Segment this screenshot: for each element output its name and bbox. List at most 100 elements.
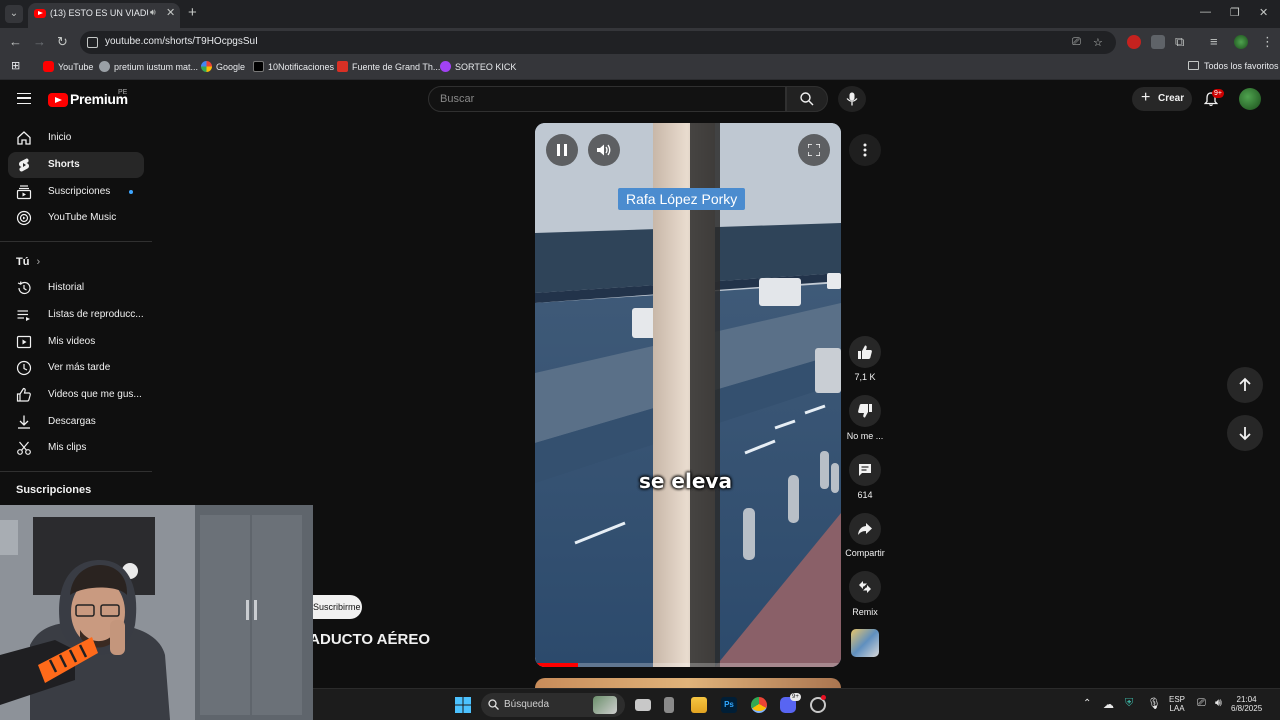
dislike-button[interactable] xyxy=(849,395,881,427)
sidebar-item-mis-videos[interactable]: Mis videos xyxy=(8,329,144,355)
url-text[interactable]: youtube.com/shorts/T9HOcpgsSuI xyxy=(105,36,258,47)
sidebar-item-inicio[interactable]: Inicio xyxy=(8,125,144,151)
share-button[interactable] xyxy=(849,513,881,545)
volume-tray-icon[interactable]: 🔊︎ xyxy=(1215,697,1222,710)
taskbar-search-label: Búsqueda xyxy=(504,699,550,710)
sidebar-item-descargas[interactable]: Descargas xyxy=(8,409,144,435)
sidebar-item-suscripciones[interactable]: Suscripciones xyxy=(8,179,144,205)
next-short-button[interactable] xyxy=(1227,415,1263,451)
forward-icon[interactable]: → xyxy=(33,34,46,50)
app-generic-icon[interactable] xyxy=(664,697,674,713)
sidebar-you-heading[interactable]: Tú › xyxy=(16,256,40,268)
search-button[interactable] xyxy=(786,86,828,112)
extensions-puzzle-icon[interactable]: ⧉ xyxy=(1175,34,1184,50)
windows-taskbar: Búsqueda Ps 9+ ⌃ ☁ ⛨ 🎙︎ ESP LAA ⎚ 🔊︎ 21:0… xyxy=(313,688,1280,720)
f-logo-icon xyxy=(337,61,348,72)
sidebar-item-listas[interactable]: Listas de reproducc... xyxy=(8,302,144,328)
photoshop-icon[interactable]: Ps xyxy=(721,697,737,713)
security-shield-icon[interactable]: ⛨ xyxy=(1125,697,1133,710)
audio-source-thumbnail[interactable] xyxy=(851,629,879,657)
site-info-icon[interactable] xyxy=(87,37,98,48)
reload-icon[interactable]: ↻ xyxy=(57,34,68,50)
show-hidden-icons[interactable]: ⌃ xyxy=(1083,698,1091,709)
bookmark-youtube[interactable]: YouTube xyxy=(43,61,93,72)
task-view-icon[interactable] xyxy=(635,699,651,711)
file-explorer-icon[interactable] xyxy=(691,697,707,713)
all-bookmarks[interactable]: Todos los favoritos xyxy=(1188,61,1279,71)
like-count: 7,1 K xyxy=(854,372,876,382)
clock-icon xyxy=(16,360,32,376)
subscribe-label: Suscribirme xyxy=(313,602,361,612)
bookmark-x[interactable]: 10Notificaciones xyxy=(253,61,334,72)
profile-avatar-icon[interactable] xyxy=(1234,35,1248,49)
sidebar-item-label: Ver más tarde xyxy=(48,362,111,373)
minimize-icon[interactable]: — xyxy=(1200,6,1211,18)
tab-close-icon[interactable]: ✕ xyxy=(166,6,175,19)
microphone-tray-icon[interactable]: 🎙︎ xyxy=(1147,697,1161,710)
bookmark-star-icon[interactable]: ☆ xyxy=(1093,36,1103,49)
more-vertical-icon xyxy=(863,143,867,157)
sidebar-item-videos-me-gustan[interactable]: Videos que me gus... xyxy=(8,382,144,408)
globe-icon xyxy=(99,61,110,72)
thumb-up-icon xyxy=(16,387,31,402)
onedrive-cloud-icon[interactable]: ☁ xyxy=(1103,698,1114,711)
windows-start-icon[interactable] xyxy=(455,697,471,713)
video-progress-bar[interactable] xyxy=(535,663,841,667)
account-avatar[interactable] xyxy=(1239,88,1261,110)
network-icon[interactable]: ⎚ xyxy=(1197,697,1206,710)
like-button[interactable] xyxy=(849,336,881,368)
clock-time: 21:04 xyxy=(1236,695,1257,704)
volume-button[interactable] xyxy=(588,134,620,166)
tab-audio-icon[interactable]: 🔊︎ xyxy=(150,7,156,18)
download-icon xyxy=(18,415,30,429)
comment-count: 614 xyxy=(857,490,873,500)
sidebar-item-label: Mis clips xyxy=(48,442,87,453)
create-button[interactable]: + Crear xyxy=(1132,87,1192,111)
sidebar-item-shorts[interactable]: Shorts xyxy=(8,152,144,178)
sidebar-item-historial[interactable]: Historial xyxy=(8,275,144,301)
address-bar[interactable]: youtube.com/shorts/T9HOcpgsSuI ⎚ ☆ xyxy=(80,31,1116,54)
install-app-icon[interactable]: ⎚ xyxy=(1072,36,1081,49)
bookmark-google[interactable]: Google xyxy=(201,61,245,72)
apps-grid-icon[interactable]: ⊞ xyxy=(11,59,20,72)
bookmarks-bar: ⊞ YouTube pretium iustum mat... Google 1… xyxy=(0,56,1280,80)
chrome-icon[interactable] xyxy=(751,697,767,713)
sidebar-item-ver-mas-tarde[interactable]: Ver más tarde xyxy=(8,355,144,381)
bookmark-pretium[interactable]: pretium iustum mat... xyxy=(99,61,198,72)
search-placeholder: Buscar xyxy=(440,93,475,105)
comments-button[interactable] xyxy=(849,454,881,486)
close-window-icon[interactable]: ✕ xyxy=(1259,6,1268,19)
youtube-logo-icon[interactable] xyxy=(48,93,68,107)
bookmark-sorteo[interactable]: SORTEO KICK xyxy=(440,61,516,72)
language-indicator[interactable]: ESP LAA xyxy=(1169,695,1185,713)
bookmark-fuente[interactable]: Fuente de Grand Th... xyxy=(337,61,440,72)
fullscreen-button[interactable] xyxy=(798,134,830,166)
all-bookmarks-label: Todos los favoritos xyxy=(1204,61,1279,71)
restore-icon[interactable]: ❐ xyxy=(1230,6,1240,19)
short-title[interactable]: VIADUCTO AÉREO xyxy=(300,631,430,648)
chrome-menu-icon[interactable]: ⋮ xyxy=(1261,34,1274,50)
guide-menu-icon[interactable] xyxy=(17,93,31,104)
extension-red-icon[interactable] xyxy=(1127,35,1141,49)
remix-button[interactable] xyxy=(849,571,881,603)
clock[interactable]: 21:04 6/8/2025 xyxy=(1231,695,1262,713)
previous-short-button[interactable] xyxy=(1227,367,1263,403)
browser-tab[interactable]: (13) ESTO ES UN VIADUCTO 🔊︎ ✕ xyxy=(28,3,180,28)
search-input[interactable]: Buscar xyxy=(428,86,786,112)
back-icon[interactable]: ← xyxy=(9,34,22,50)
tab-search-icon[interactable]: ⌄ xyxy=(5,5,23,23)
history-icon xyxy=(17,281,31,295)
more-options-button[interactable] xyxy=(849,134,881,166)
short-video-player[interactable]: Rafa López Porky se eleva xyxy=(535,123,841,667)
reading-list-icon[interactable]: ≡ xyxy=(1210,34,1218,50)
extension-gray-icon[interactable] xyxy=(1151,35,1165,49)
taskbar-search[interactable]: Búsqueda xyxy=(481,693,625,717)
sidebar-item-youtube-music[interactable]: YouTube Music xyxy=(8,205,144,231)
bookmark-label: Google xyxy=(216,62,246,72)
chevron-right-icon: › xyxy=(36,256,41,268)
pause-button[interactable] xyxy=(546,134,578,166)
arrow-down-icon xyxy=(1239,427,1251,441)
voice-search-button[interactable] xyxy=(838,86,866,112)
new-tab-button[interactable]: + xyxy=(188,4,197,22)
sidebar-item-mis-clips[interactable]: Mis clips xyxy=(8,435,144,461)
